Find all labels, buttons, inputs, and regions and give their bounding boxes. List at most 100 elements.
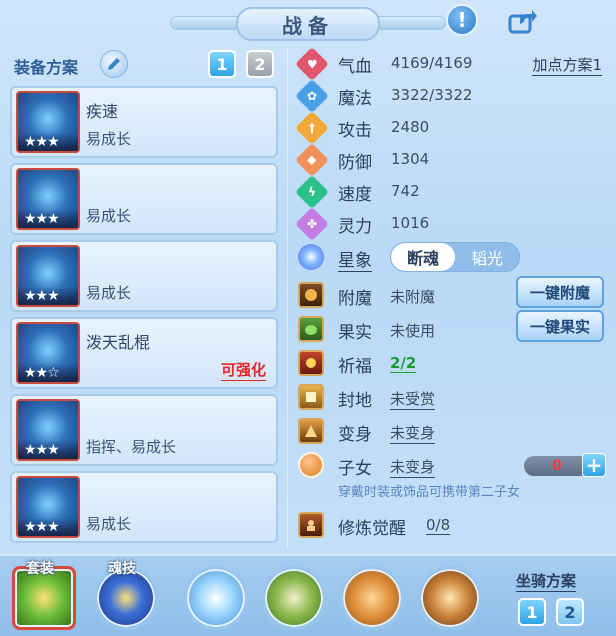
cultivate-label: 修炼觉醒	[338, 519, 406, 539]
star-sign-icon	[298, 244, 324, 270]
set-badge: 套装	[26, 561, 54, 577]
child-row: 子女 未变身 0 +	[296, 450, 606, 482]
weapon-skill-icon[interactable]	[262, 566, 326, 630]
equipment-item-icon[interactable]: ★★★	[16, 168, 80, 230]
star-sign-option-taoguang[interactable]: 韬光	[455, 243, 519, 271]
stat-value: 1304	[391, 150, 430, 168]
child-icon	[298, 452, 324, 478]
feature-label: 果实	[338, 323, 372, 343]
equipment-name: 泼天乱棍	[86, 333, 151, 352]
feature-value[interactable]: 2/2	[390, 354, 417, 373]
mount-plan-1-button[interactable]: 1	[518, 598, 546, 626]
title-bar: 战备 !	[0, 0, 616, 44]
equipment-card[interactable]: ★★★ 疾速 易成长	[10, 86, 278, 158]
feature-label: 变身	[338, 425, 372, 445]
stat-value: 3322/3322	[391, 86, 473, 104]
attack-icon: †	[295, 111, 329, 145]
equipment-stars: ★★☆	[18, 364, 78, 382]
magic-icon: ✿	[295, 79, 329, 113]
share-icon[interactable]	[506, 6, 540, 36]
equipment-plan-2-button[interactable]: 2	[246, 50, 274, 78]
equipment-card[interactable]: ★★☆ 泼天乱棍 可强化	[10, 317, 278, 389]
feature-value: 未附魔	[390, 288, 436, 306]
feature-row-enchant: 附魔 未附魔 一键附魔	[296, 276, 606, 314]
edit-pencil-icon[interactable]	[100, 50, 128, 78]
child-label: 子女	[338, 459, 372, 479]
stat-label: 防御	[338, 153, 372, 173]
stat-row-speed: ϟ 速度 742	[295, 175, 606, 209]
cultivate-value[interactable]: 0/8	[426, 516, 451, 535]
skill-bar: 套装 魂技 坐骑方案 1 2	[0, 554, 616, 636]
panel-divider	[287, 48, 288, 548]
punch-skill-icon[interactable]	[340, 566, 404, 630]
cannon-skill-icon[interactable]	[418, 566, 482, 630]
equipment-stars: ★★★	[18, 518, 78, 536]
equipment-plan-header: 装备方案 1 2	[14, 50, 284, 80]
equipment-card[interactable]: ★★★ 易成长	[10, 240, 278, 312]
equipment-stars: ★★★	[18, 441, 78, 459]
star-sign-option-duanhun[interactable]: 断魂	[391, 243, 455, 271]
stats-panel: ♥ 气血 4169/4169 加点方案1 ✿ 魔法 3322/3322 † 攻击…	[295, 47, 606, 544]
child-value[interactable]: 未变身	[390, 456, 436, 478]
stat-row-hp: ♥ 气血 4169/4169 加点方案1	[295, 47, 606, 81]
stat-row-mp: ✿ 魔法 3322/3322	[295, 79, 606, 113]
equipment-plan-1-button[interactable]: 1	[208, 50, 236, 78]
mount-plan-label[interactable]: 坐骑方案	[516, 570, 577, 592]
equipment-trait: 易成长	[86, 284, 132, 302]
feature-label: 封地	[338, 391, 372, 411]
stat-row-defense: ◆ 防御 1304	[295, 143, 606, 177]
child-hint-text: 穿戴时装或饰品可携带第二子女	[338, 485, 521, 500]
equipment-item-icon[interactable]: ★★★	[16, 399, 80, 461]
stat-label: 魔法	[338, 89, 372, 109]
equipment-card[interactable]: ★★★ 易成长	[10, 163, 278, 235]
stat-value: 742	[391, 182, 420, 200]
upgradable-tag[interactable]: 可强化	[220, 359, 266, 381]
mount-plan-2-button[interactable]: 2	[556, 598, 584, 626]
transform-icon	[298, 418, 324, 444]
star-sign-label[interactable]: 星象	[338, 246, 372, 272]
equipment-list: ★★★ 疾速 易成长 ★★★ 易成长 ★★★ 易成长 ★★☆ 泼天乱棍 可强化 …	[10, 86, 278, 548]
point-plan-link[interactable]: 加点方案1	[532, 54, 602, 76]
equipment-stars: ★★★	[18, 210, 78, 228]
soul-skill-badge: 魂技	[108, 561, 136, 577]
equipment-trait: 指挥、易成长	[86, 438, 177, 456]
heart-icon: ♥	[295, 47, 329, 81]
fruit-icon	[298, 316, 324, 342]
add-child-plus-icon[interactable]: +	[582, 453, 606, 477]
equipment-item-icon[interactable]: ★★★	[16, 476, 80, 538]
cultivate-icon	[298, 512, 324, 538]
info-alert-icon[interactable]: !	[446, 4, 478, 36]
feature-value[interactable]: 未受赏	[390, 388, 436, 410]
one-click-fruit-button[interactable]: 一键果实	[516, 310, 604, 342]
feature-label: 祈福	[338, 357, 372, 377]
page-title: 战备	[236, 7, 380, 41]
star-sign-toggle: 断魂 韬光	[390, 242, 520, 272]
equipment-stars: ★★★	[18, 287, 78, 305]
feature-row-blessing: 祈福 2/2	[296, 348, 606, 382]
feature-value[interactable]: 未变身	[390, 422, 436, 444]
stat-label: 灵力	[338, 217, 372, 237]
stat-row-spirit: ✤ 灵力 1016	[295, 207, 606, 241]
spirit-icon: ✤	[295, 207, 329, 241]
stat-label: 攻击	[338, 121, 372, 141]
equipment-item-icon[interactable]: ★★★	[16, 91, 80, 153]
star-sign-row: 星象 断魂 韬光	[296, 240, 606, 274]
equipment-item-icon[interactable]: ★★☆	[16, 322, 80, 384]
feature-value: 未使用	[390, 322, 436, 340]
feature-row-fruit: 果实 未使用 一键果实	[296, 310, 606, 348]
blessing-icon	[298, 350, 324, 376]
equipment-item-icon[interactable]: ★★★	[16, 245, 80, 307]
equipment-card[interactable]: ★★★ 易成长	[10, 471, 278, 543]
child-count: 0	[524, 456, 590, 476]
enchant-icon	[298, 282, 324, 308]
speed-icon: ϟ	[295, 175, 329, 209]
stat-value: 1016	[391, 214, 430, 232]
stat-label: 气血	[338, 57, 372, 77]
stat-value: 2480	[391, 118, 430, 136]
equipment-trait: 易成长	[86, 130, 132, 148]
cultivate-row: 修炼觉醒 0/8	[296, 510, 606, 544]
equipment-card[interactable]: ★★★ 指挥、易成长	[10, 394, 278, 466]
one-click-enchant-button[interactable]: 一键附魔	[516, 276, 604, 308]
fist-skill-icon[interactable]	[184, 566, 248, 630]
equipment-stars: ★★★	[18, 133, 78, 151]
